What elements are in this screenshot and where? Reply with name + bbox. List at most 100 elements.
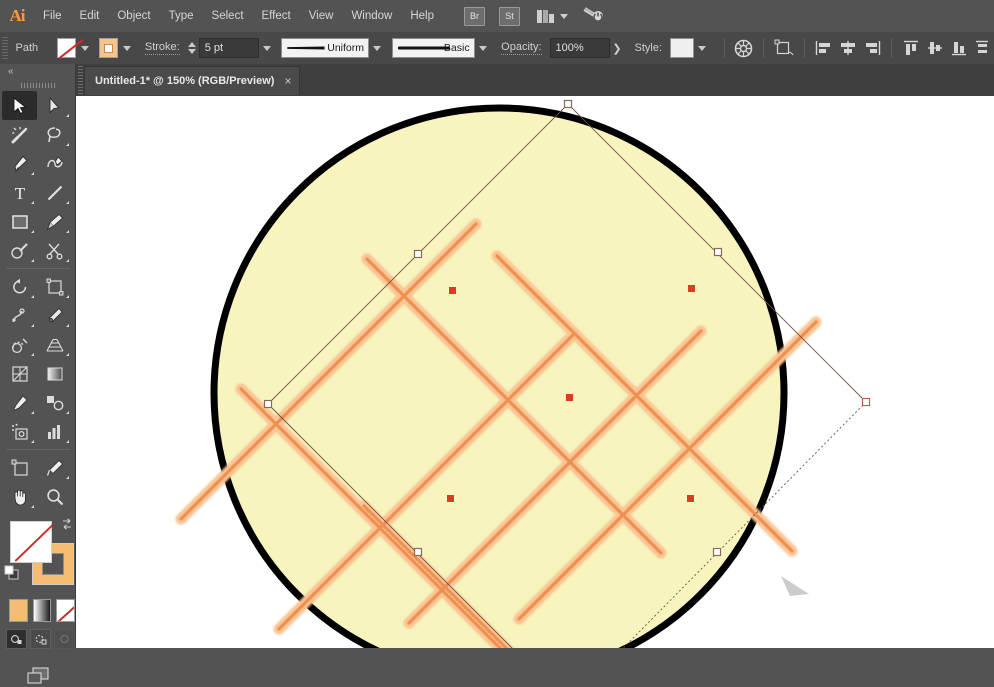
- menu-select[interactable]: Select: [203, 0, 253, 32]
- brush-definition-dropdown-icon[interactable]: [477, 39, 490, 57]
- align-bottom-icon[interactable]: [950, 37, 968, 59]
- align-top-icon[interactable]: [902, 37, 920, 59]
- swap-fill-stroke-icon[interactable]: [60, 517, 74, 531]
- eyedropper-tool[interactable]: [2, 388, 37, 417]
- ellipse-shape[interactable]: [210, 104, 788, 648]
- control-bar: Path Stroke: 5 pt Uniform Basic Opacity:…: [0, 32, 994, 65]
- artboard-canvas[interactable]: [76, 96, 994, 648]
- column-graph-tool[interactable]: [37, 417, 72, 446]
- puppet-warp-tool[interactable]: [2, 301, 37, 330]
- change-screen-mode-icon[interactable]: [0, 665, 75, 687]
- app-logo: Ai: [9, 6, 26, 25]
- tab-bar-grip[interactable]: [78, 66, 83, 94]
- color-icon[interactable]: [9, 599, 28, 622]
- document-tab-bar: Untitled-1* @ 150% (RGB/Preview) ×: [0, 64, 994, 97]
- stroke-weight-label[interactable]: Stroke:: [144, 41, 180, 55]
- menu-effect[interactable]: Effect: [253, 0, 300, 32]
- document-tab[interactable]: Untitled-1* @ 150% (RGB/Preview) ×: [84, 66, 301, 95]
- menu-view[interactable]: View: [300, 0, 343, 32]
- scissors-tool[interactable]: [37, 236, 72, 265]
- rotate-tool[interactable]: [2, 272, 37, 301]
- stroke-profile-dropdown-icon[interactable]: [371, 39, 384, 57]
- lasso-tool[interactable]: [37, 120, 72, 149]
- hand-tool[interactable]: [2, 482, 37, 511]
- fill-color-swatch[interactable]: [57, 38, 77, 58]
- menu-window[interactable]: Window: [342, 0, 401, 32]
- curvature-tool[interactable]: [37, 149, 72, 178]
- menu-type[interactable]: Type: [160, 0, 203, 32]
- menubar-right-group: Br St: [457, 6, 994, 26]
- selected-object-type: Path: [15, 42, 39, 54]
- blend-tool[interactable]: [37, 388, 72, 417]
- shape-builder-tool[interactable]: [2, 330, 37, 359]
- perspective-grid-tool[interactable]: [37, 330, 72, 359]
- mesh-tool[interactable]: [2, 359, 37, 388]
- free-transform-tool[interactable]: [37, 272, 72, 301]
- draw-normal-icon[interactable]: [6, 629, 27, 649]
- gradient-icon[interactable]: [32, 599, 52, 622]
- brush-preview: [397, 46, 450, 50]
- drawing-modes: [6, 629, 75, 649]
- stroke-color-swatch[interactable]: [99, 38, 119, 58]
- shaper-tool[interactable]: [2, 236, 37, 265]
- distribute-top-icon[interactable]: [974, 37, 991, 59]
- width-tool[interactable]: [37, 301, 72, 330]
- stroke-weight-dropdown-icon[interactable]: [261, 39, 274, 57]
- artboard-tool[interactable]: [2, 453, 37, 482]
- tool-grid: T: [2, 91, 72, 511]
- menu-help[interactable]: Help: [401, 0, 443, 32]
- align-left-icon[interactable]: [815, 37, 833, 59]
- selection-tool[interactable]: [2, 91, 37, 120]
- default-fill-stroke-icon[interactable]: [4, 565, 19, 580]
- graphic-style-dropdown-icon[interactable]: [696, 39, 709, 57]
- align-horizontal-center-icon[interactable]: [839, 37, 857, 59]
- svg-text:T: T: [14, 184, 25, 202]
- align-right-icon[interactable]: [863, 37, 881, 59]
- slice-tool[interactable]: [37, 453, 72, 482]
- menu-file[interactable]: File: [34, 0, 71, 32]
- graphic-style-swatch[interactable]: [670, 38, 695, 58]
- tools-panel: « T: [0, 64, 76, 684]
- color-mode-buttons: [9, 599, 76, 622]
- illustrator-window: Ai File Edit Object Type Select Effect V…: [0, 0, 994, 684]
- recolor-artwork-icon[interactable]: [734, 37, 753, 59]
- bridge-button[interactable]: Br: [464, 6, 485, 26]
- type-tool[interactable]: T: [2, 178, 37, 207]
- none-icon[interactable]: [56, 599, 76, 622]
- stroke-weight-input[interactable]: 5 pt: [198, 38, 259, 58]
- control-bar-grip[interactable]: [2, 37, 8, 59]
- rectangle-tool[interactable]: [2, 207, 37, 236]
- fill-stroke-controls: [4, 517, 74, 595]
- workspace-switcher-icon[interactable]: [537, 9, 568, 23]
- collapse-panel-icon[interactable]: «: [0, 64, 75, 79]
- menu-edit[interactable]: Edit: [71, 0, 109, 32]
- draw-behind-icon[interactable]: [30, 629, 51, 649]
- stock-button[interactable]: St: [499, 6, 520, 26]
- opacity-input[interactable]: 100%: [549, 38, 610, 58]
- zoom-tool[interactable]: [37, 482, 72, 511]
- symbol-sprayer-tool[interactable]: [2, 417, 37, 446]
- transform-panel-icon[interactable]: [774, 37, 794, 59]
- stroke-dropdown-icon[interactable]: [120, 39, 133, 57]
- gradient-tool[interactable]: [37, 359, 72, 388]
- stroke-weight-stepper[interactable]: [187, 39, 196, 57]
- opacity-options-icon[interactable]: ❯: [612, 39, 623, 57]
- line-segment-tool[interactable]: [37, 178, 72, 207]
- tools-panel-grip[interactable]: [0, 79, 75, 91]
- opacity-label[interactable]: Opacity:: [501, 41, 542, 55]
- chevron-down-icon: [560, 13, 568, 19]
- fill-color-box[interactable]: [10, 521, 52, 563]
- direct-selection-tool[interactable]: [37, 91, 72, 120]
- menu-object[interactable]: Object: [108, 0, 159, 32]
- search-adobe-stock-icon[interactable]: [582, 6, 604, 26]
- align-vertical-center-icon[interactable]: [926, 37, 944, 59]
- stroke-profile-select[interactable]: Uniform: [281, 38, 369, 58]
- close-icon[interactable]: ×: [284, 74, 291, 88]
- brush-definition-select[interactable]: Basic: [391, 38, 475, 58]
- paintbrush-tool[interactable]: [37, 207, 72, 236]
- pen-tool[interactable]: [2, 149, 37, 178]
- draw-inside-icon[interactable]: [54, 629, 75, 649]
- magic-wand-tool[interactable]: [2, 120, 37, 149]
- divider: [763, 38, 765, 58]
- tool-divider: [6, 268, 70, 269]
